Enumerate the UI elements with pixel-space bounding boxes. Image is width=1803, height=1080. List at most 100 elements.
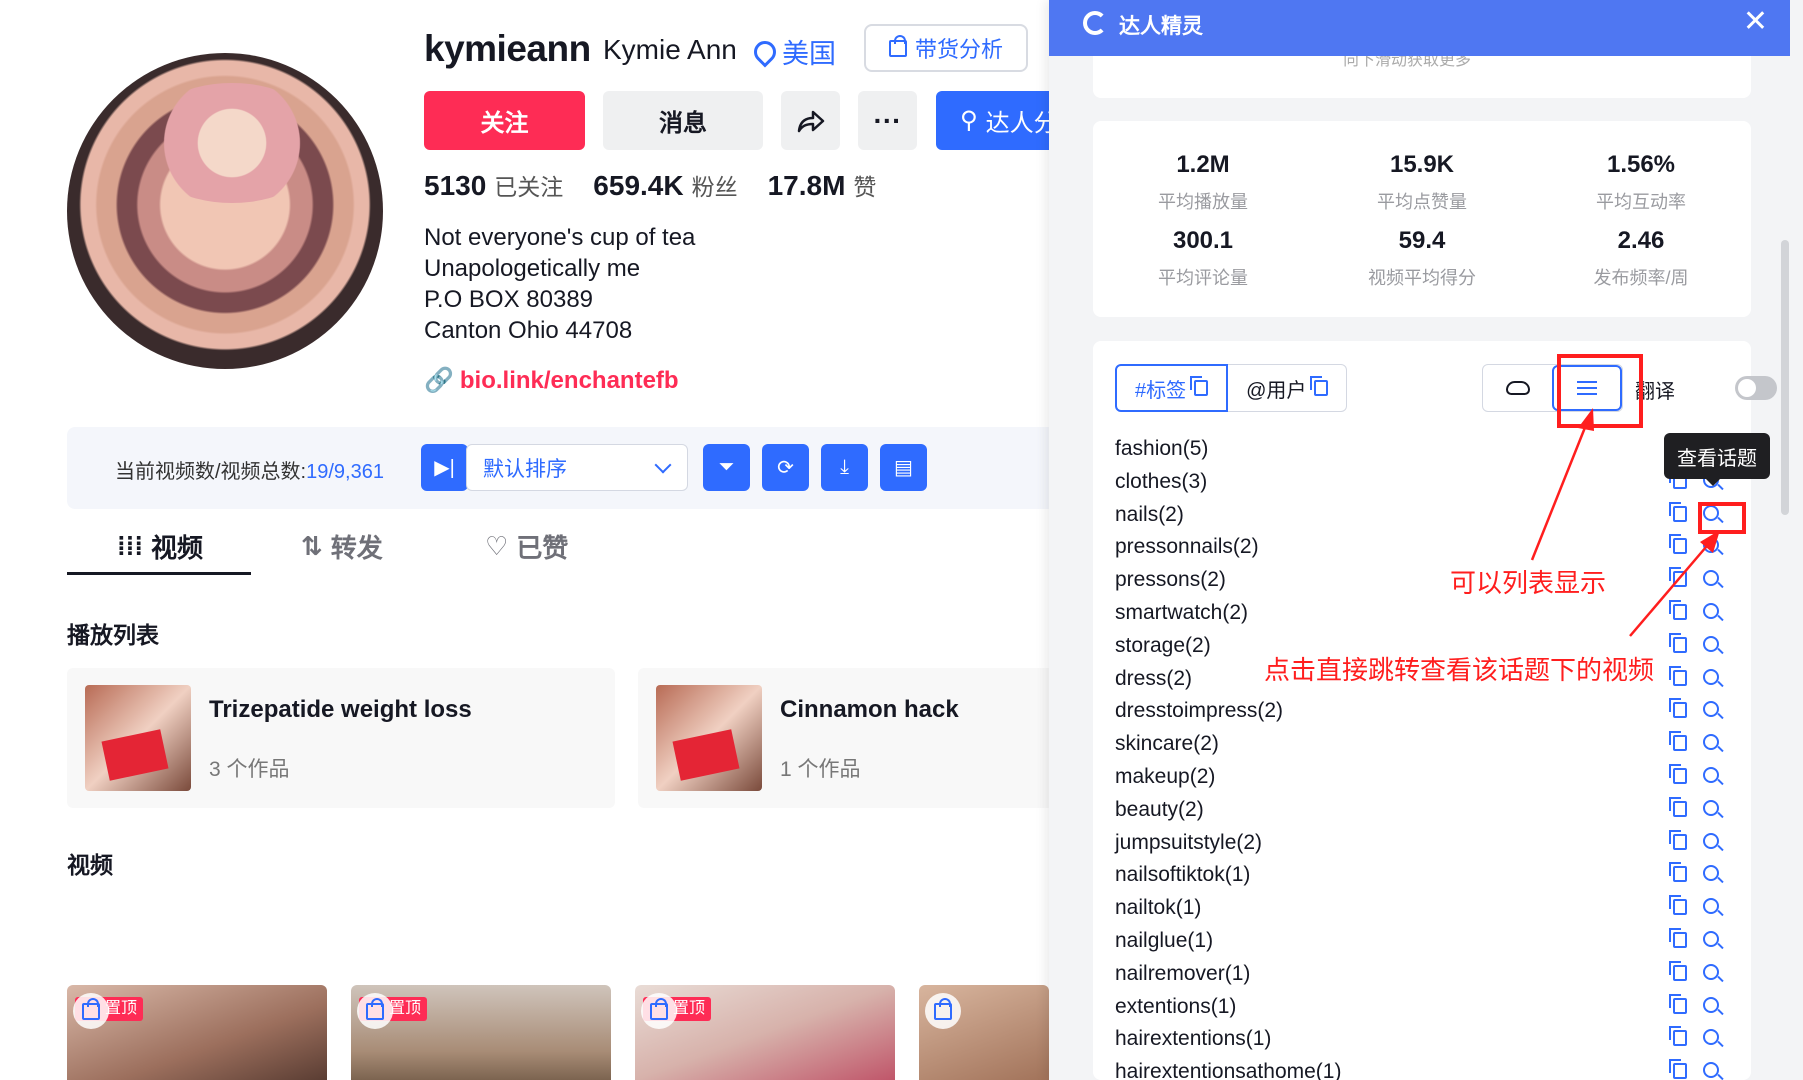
search-icon[interactable] <box>1703 799 1719 816</box>
playlist-card[interactable]: Trizepatide weight loss 3 个作品 <box>67 668 615 808</box>
bio: Not everyone's cup of tea Unapologetical… <box>424 222 695 346</box>
refresh-button[interactable]: ⟳ <box>762 444 809 491</box>
copy-icon[interactable] <box>1669 599 1687 620</box>
copy-icon[interactable] <box>1669 993 1687 1014</box>
search-icon[interactable] <box>1703 865 1719 882</box>
goods-analysis-label: 带货分析 <box>914 37 1003 62</box>
panel-scrollbar[interactable] <box>1781 240 1789 515</box>
filter-button[interactable]: ⏷ <box>703 444 750 491</box>
bio-link[interactable]: 🔗 bio.link/enchantefb <box>424 366 679 395</box>
metric-value: 300.1 <box>1172 227 1234 254</box>
search-icon[interactable] <box>1703 602 1719 619</box>
search-icon[interactable] <box>1703 570 1719 587</box>
tab-liked[interactable]: ♡ 已赞 <box>485 528 568 565</box>
logo-icon <box>1083 11 1107 35</box>
follow-button[interactable]: 关注 <box>424 91 585 150</box>
more-button[interactable]: ··· <box>858 91 917 150</box>
tag-row[interactable]: fashion(5) <box>1115 433 1735 466</box>
copy-icon[interactable] <box>1310 376 1329 396</box>
tab-videos[interactable]: ⁞⁞⁞ 视频 <box>117 528 203 565</box>
tag-type-switch: #标签 @用户 <box>1115 364 1348 412</box>
copy-icon[interactable] <box>1669 1026 1687 1047</box>
copy-icon[interactable] <box>1669 665 1687 686</box>
copy-icon[interactable] <box>1669 862 1687 883</box>
metric-label: 发布频率/周 <box>1593 268 1689 288</box>
download-button[interactable]: ⤓ <box>821 444 868 491</box>
copy-icon[interactable] <box>1669 501 1687 522</box>
tag-row[interactable]: dresstoimpress(2) <box>1115 695 1735 728</box>
copy-icon[interactable] <box>1669 534 1687 555</box>
tag-row[interactable]: smartwatch(2) <box>1115 597 1735 630</box>
search-icon[interactable] <box>1703 734 1719 751</box>
tag-label: nailsoftiktok(1) <box>1115 863 1251 887</box>
search-icon[interactable] <box>1703 537 1719 554</box>
copy-icon[interactable] <box>1669 829 1687 850</box>
playlist-count: 1 个作品 <box>780 758 861 781</box>
search-icon[interactable] <box>1703 930 1719 947</box>
share-button[interactable] <box>781 91 840 150</box>
metric-label: 平均互动率 <box>1596 192 1686 212</box>
repost-icon: ⇅ <box>301 531 323 561</box>
copy-icon[interactable] <box>1669 960 1687 981</box>
goods-analysis-button[interactable]: 带货分析 <box>864 24 1028 72</box>
sort-select[interactable]: 默认排序 <box>466 444 688 491</box>
search-icon[interactable] <box>1703 898 1719 915</box>
search-icon[interactable] <box>1703 635 1719 652</box>
copy-icon[interactable] <box>1669 927 1687 948</box>
tag-row[interactable]: extentions(1) <box>1115 991 1735 1024</box>
tag-row[interactable]: hairextentions(1) <box>1115 1023 1735 1056</box>
bio-link-text: bio.link/enchantefb <box>459 366 679 394</box>
tag-row[interactable]: jumpsuitstyle(2) <box>1115 827 1735 860</box>
metric-label: 平均评论量 <box>1158 268 1248 288</box>
tag-label: smartwatch(2) <box>1115 600 1249 624</box>
copy-icon[interactable] <box>1669 895 1687 916</box>
cloud-view-button[interactable] <box>1483 365 1552 411</box>
metric-value: 15.9K <box>1389 151 1455 178</box>
export-excel-button[interactable]: ▤ <box>880 444 927 491</box>
tag-row[interactable]: nailtok(1) <box>1115 892 1735 925</box>
tab-hashtags[interactable]: #标签 <box>1115 364 1229 412</box>
tag-row[interactable]: nailglue(1) <box>1115 925 1735 958</box>
copy-icon[interactable] <box>1190 376 1209 396</box>
video-thumbnail[interactable]: 置顶 <box>351 985 611 1080</box>
video-thumbnail[interactable]: 置顶 <box>635 985 895 1080</box>
tag-label: pressonnails(2) <box>1115 535 1259 559</box>
copy-icon[interactable] <box>1669 731 1687 752</box>
search-icon[interactable] <box>1703 1062 1719 1079</box>
tag-row[interactable]: pressons(2) <box>1115 564 1735 597</box>
copy-icon[interactable] <box>1669 632 1687 653</box>
tag-row[interactable]: hairextentionsathome(1) <box>1115 1056 1735 1080</box>
copy-icon[interactable] <box>1669 763 1687 784</box>
tag-row[interactable]: pressonnails(2) <box>1115 531 1735 564</box>
tag-row[interactable]: makeup(2) <box>1115 761 1735 794</box>
followers-stat[interactable]: 659.4K 粉丝 <box>593 168 737 202</box>
tag-row[interactable]: nailremover(1) <box>1115 958 1735 991</box>
tag-row[interactable]: beauty(2) <box>1115 794 1735 827</box>
tab-reposts[interactable]: ⇅ 转发 <box>301 528 383 565</box>
video-thumbnail[interactable]: 置顶 <box>67 985 327 1080</box>
search-icon[interactable] <box>1703 1029 1719 1046</box>
search-icon[interactable] <box>1703 996 1719 1013</box>
search-icon[interactable] <box>1703 963 1719 980</box>
tag-row[interactable]: nails(2) <box>1115 499 1735 532</box>
video-thumbnail[interactable] <box>919 985 1049 1080</box>
search-icon[interactable] <box>1703 668 1719 685</box>
copy-icon[interactable] <box>1669 1059 1687 1080</box>
search-icon[interactable] <box>1703 766 1719 783</box>
play-button[interactable]: ▶| <box>421 444 468 491</box>
following-stat[interactable]: 5130 已关注 <box>424 168 563 202</box>
copy-icon[interactable] <box>1669 796 1687 817</box>
username: kymieann <box>424 28 591 69</box>
annotation-click-jump: 点击直接跳转查看该话题下的视频 <box>1264 655 1655 685</box>
search-icon[interactable] <box>1703 701 1719 718</box>
close-icon[interactable]: ✕ <box>1743 6 1768 38</box>
translate-toggle[interactable] <box>1735 376 1777 400</box>
tab-mentions[interactable]: @用户 <box>1228 364 1348 412</box>
message-button[interactable]: 消息 <box>603 91 763 150</box>
search-icon[interactable] <box>1703 832 1719 849</box>
copy-icon[interactable] <box>1669 567 1687 588</box>
tag-row[interactable]: clothes(3) <box>1115 466 1735 499</box>
tag-row[interactable]: skincare(2) <box>1115 728 1735 761</box>
tag-row[interactable]: nailsoftiktok(1) <box>1115 859 1735 892</box>
copy-icon[interactable] <box>1669 698 1687 719</box>
